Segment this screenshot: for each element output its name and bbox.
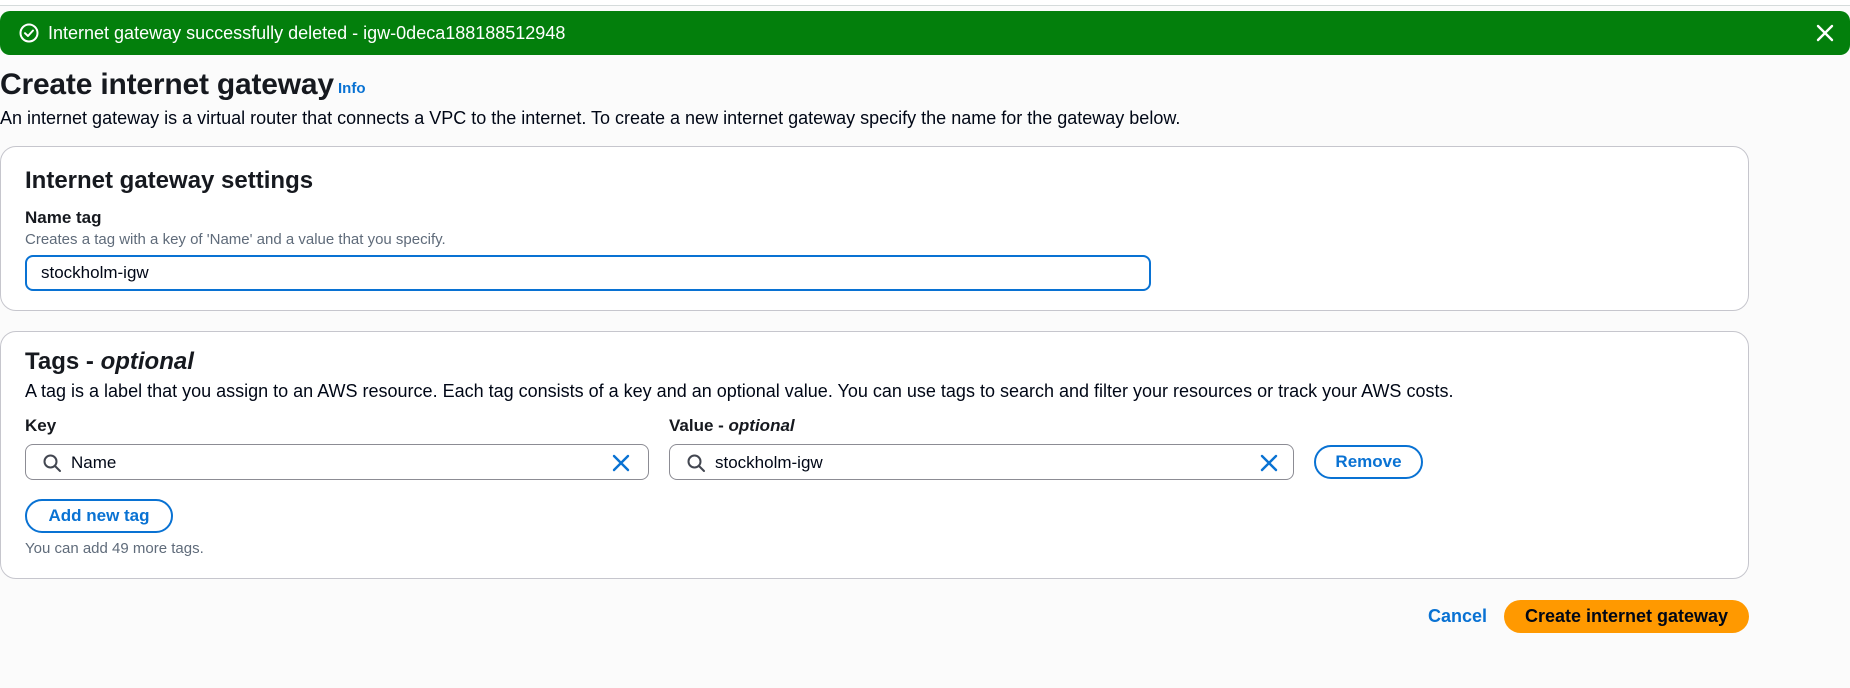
info-link[interactable]: Info	[338, 80, 366, 97]
remove-tag-button[interactable]: Remove	[1314, 445, 1423, 479]
success-flash-banner: Internet gateway successfully deleted - …	[0, 11, 1850, 55]
page-title: Create internet gateway	[0, 68, 334, 101]
close-icon[interactable]	[1814, 22, 1836, 44]
name-tag-hint: Creates a tag with a key of 'Name' and a…	[25, 231, 446, 248]
success-check-circle-icon	[19, 23, 39, 43]
remaining-tags-hint: You can add 49 more tags.	[25, 540, 204, 557]
clear-key-icon[interactable]	[610, 452, 632, 474]
tags-heading: Tags - optional	[25, 347, 194, 377]
value-label: Value - optional	[669, 415, 795, 437]
tags-heading-optional: optional	[100, 348, 194, 375]
tags-description: A tag is a label that you assign to an A…	[25, 381, 1454, 401]
tags-panel: Tags - optional A tag is a label that yo…	[0, 331, 1749, 579]
cancel-button[interactable]: Cancel	[1428, 606, 1487, 627]
flash-message: Internet gateway successfully deleted - …	[48, 23, 566, 43]
tag-key-value: Name	[71, 453, 117, 472]
add-new-tag-button[interactable]: Add new tag	[25, 499, 173, 533]
value-label-optional: optional	[728, 416, 795, 435]
name-tag-input[interactable]	[25, 255, 1151, 291]
page-description: An internet gateway is a virtual router …	[0, 108, 1181, 128]
name-tag-label: Name tag	[25, 208, 102, 227]
clear-value-icon[interactable]	[1258, 452, 1280, 474]
search-icon	[687, 454, 705, 472]
internet-gateway-settings-panel: Internet gateway settings Name tag Creat…	[0, 146, 1749, 311]
tag-key-input[interactable]: Name	[25, 444, 649, 480]
tag-value-value: stockholm-igw	[715, 453, 823, 472]
value-label-main: Value -	[669, 416, 729, 435]
top-divider	[0, 0, 1850, 6]
key-label: Key	[25, 416, 57, 435]
settings-heading: Internet gateway settings	[25, 167, 314, 194]
tags-heading-main: Tags -	[25, 348, 101, 375]
search-icon	[43, 454, 61, 472]
create-internet-gateway-button[interactable]: Create internet gateway	[1504, 600, 1749, 633]
tag-value-input[interactable]: stockholm-igw	[669, 444, 1294, 480]
